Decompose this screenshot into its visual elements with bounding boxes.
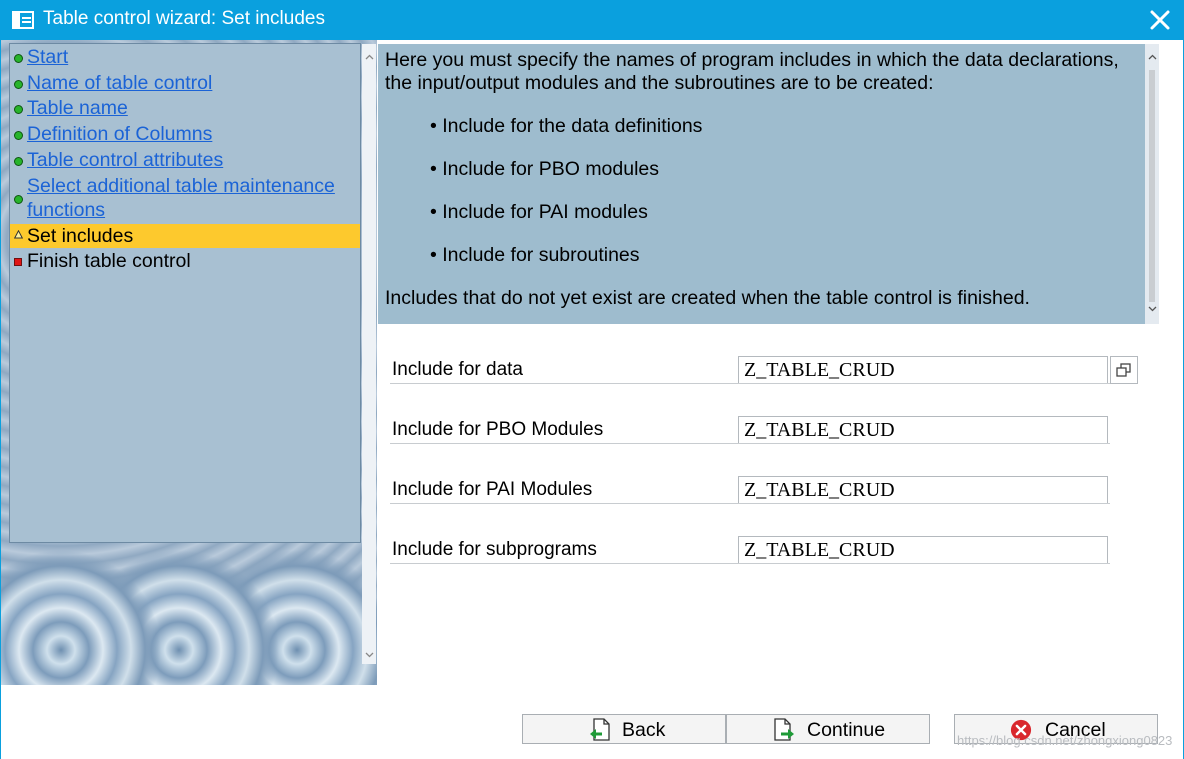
instruction-bullet: • Include for PAI modules [430,201,648,223]
instruction-scrollbar[interactable] [1145,44,1159,324]
left-pane: Start Name of table control Table name D… [1,40,377,685]
scroll-down-icon[interactable] [365,652,374,658]
nav-item-select-additional-functions[interactable]: Select additional table maintenance func… [10,175,360,223]
left-vertical-scrollbar[interactable] [362,44,376,664]
form-row-pai-include: Include for PAI Modules Z_TABLE_CRUD [390,474,1110,504]
done-status-icon [14,195,23,204]
current-step-triangle-icon [14,230,23,239]
form-row-subprograms-include: Include for subprograms Z_TABLE_CRUD [390,534,1110,564]
continue-label: Continue [807,719,886,741]
pai-include-label: Include for PAI Modules [392,479,593,500]
nav-pending-label: Finish table control [27,250,191,272]
pending-status-icon [14,258,22,266]
done-status-icon [14,157,23,166]
nav-link[interactable]: Definition of Columns [27,123,212,146]
nav-item-set-includes[interactable]: Set includes [10,224,360,248]
data-include-input[interactable]: Z_TABLE_CRUD [738,356,1108,384]
done-status-icon [14,131,23,140]
nav-link-line1[interactable]: Select additional table maintenance [27,175,335,198]
nav-item-definition-of-columns[interactable]: Definition of Columns [10,123,360,146]
scroll-up-icon[interactable] [365,54,374,60]
nav-link[interactable]: Start [27,46,68,69]
wizard-step-list: Start Name of table control Table name D… [9,43,361,543]
back-label: Back [622,719,666,741]
form-row-data-include: Include for data Z_TABLE_CRUD [390,354,1110,384]
nav-link[interactable]: Name of table control [27,72,212,95]
continue-arrow-icon [774,718,794,741]
done-status-icon [14,80,23,89]
nav-link[interactable]: Table name [27,97,128,120]
scroll-up-icon[interactable] [1148,54,1157,60]
done-status-icon [14,54,23,63]
nav-link-line2[interactable]: functions [27,199,105,222]
instruction-intro-line2: the input/output modules and the subrout… [385,72,934,94]
instruction-footer: Includes that do not yet exist are creat… [385,287,1030,309]
nav-item-start[interactable]: Start [10,46,360,69]
instruction-bullet: • Include for subroutines [430,244,640,266]
instruction-panel: Here you must specify the names of progr… [378,44,1145,324]
scroll-down-icon[interactable] [1148,306,1157,312]
instruction-bullet: • Include for PBO modules [430,158,660,180]
nav-item-name-of-table-control[interactable]: Name of table control [10,72,360,95]
wizard-icon [12,11,34,29]
nav-current-label: Set includes [27,225,134,247]
value-help-icon[interactable] [1110,356,1138,384]
instruction-intro-line1: Here you must specify the names of progr… [385,49,1119,71]
pbo-include-label: Include for PBO Modules [392,419,604,440]
nav-link[interactable]: Table control attributes [27,149,223,172]
pai-include-input[interactable]: Z_TABLE_CRUD [738,476,1108,504]
nav-item-table-name[interactable]: Table name [10,97,360,120]
close-icon[interactable] [1146,6,1174,34]
instruction-bullet: • Include for the data definitions [430,115,703,137]
row-divider [390,503,1110,504]
back-arrow-icon [590,718,610,741]
done-status-icon [14,105,23,114]
nav-item-finish-table-control: Finish table control [10,250,360,273]
continue-button[interactable]: Continue [726,714,930,744]
row-divider [390,383,1110,384]
scroll-thumb[interactable] [1149,70,1155,302]
window-title: Table control wizard: Set includes [43,8,325,29]
row-divider [390,563,1110,564]
title-bar: Table control wizard: Set includes [0,0,1184,40]
form-row-pbo-include: Include for PBO Modules Z_TABLE_CRUD [390,414,1110,444]
data-include-label: Include for data [392,359,523,380]
row-divider [390,443,1110,444]
watermark: https://blog.csdn.net/zhongxiong0823 [957,733,1173,748]
subprograms-include-input[interactable]: Z_TABLE_CRUD [738,536,1108,564]
back-button[interactable]: Back [522,714,726,744]
pbo-include-input[interactable]: Z_TABLE_CRUD [738,416,1108,444]
nav-item-table-control-attributes[interactable]: Table control attributes [10,149,360,172]
subprograms-include-label: Include for subprograms [392,539,597,560]
